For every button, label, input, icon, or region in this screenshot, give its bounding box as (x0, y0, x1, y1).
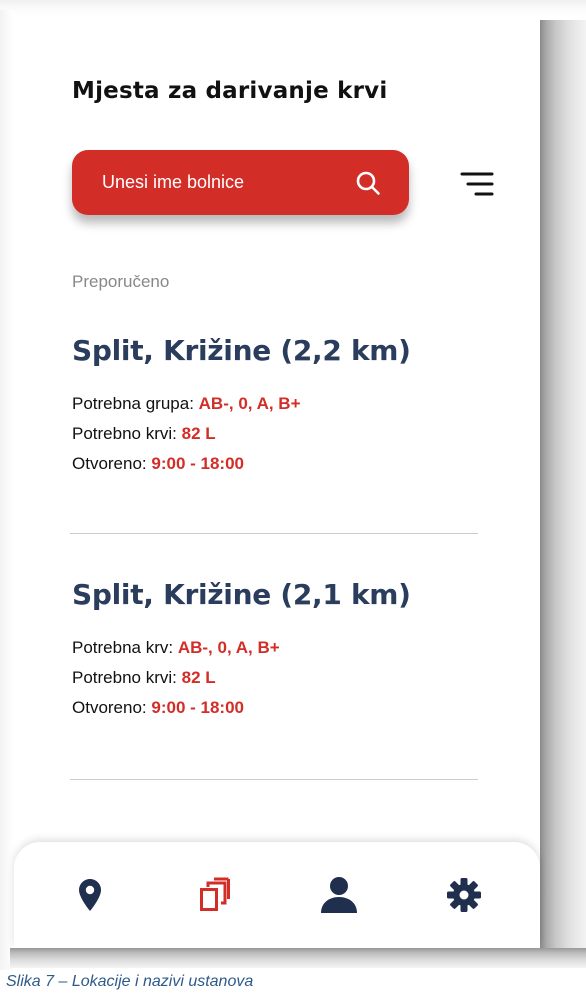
shadow-right (540, 20, 586, 965)
phone-screen: Mjesta za darivanje krvi Preporučeno Spl… (14, 16, 540, 948)
divider (70, 779, 478, 780)
opening-hours-row: Otvoreno: 9:00 - 18:00 (72, 693, 478, 723)
nav-item-profile[interactable] (309, 865, 369, 925)
location-card[interactable]: Split, Križine (2,1 km) Potrebna krv: AB… (72, 578, 478, 723)
filter-icon[interactable] (458, 170, 498, 198)
divider (70, 533, 478, 534)
bottom-navigation (14, 842, 540, 948)
blood-group-row: Potrebna krv: AB-, 0, A, B+ (72, 633, 478, 663)
blood-amount-value: 82 L (181, 668, 216, 687)
shadow-top (0, 0, 586, 16)
nav-item-settings[interactable] (434, 865, 494, 925)
blood-amount-row: Potrebno krvi: 82 L (72, 419, 478, 449)
location-card[interactable]: Split, Križine (2,2 km) Potrebna grupa: … (72, 334, 478, 479)
search-bar[interactable] (72, 150, 409, 215)
search-icon[interactable] (355, 170, 381, 196)
page-title: Mjesta za darivanje krvi (72, 78, 388, 104)
blood-group-value: AB-, 0, A, B+ (177, 638, 280, 657)
shadow-bottom (10, 948, 586, 968)
nav-item-locations[interactable] (185, 865, 245, 925)
figure-caption: Slika 7 – Lokacije i nazivi ustanova (6, 973, 254, 990)
map-pin-icon[interactable] (79, 879, 102, 911)
opening-hours-label: Otvoreno: (72, 698, 147, 717)
gear-icon[interactable] (446, 877, 482, 913)
blood-amount-label: Potrebno krvi: (72, 668, 177, 687)
location-name[interactable]: Split, Križine (2,1 km) (72, 578, 478, 611)
blood-amount-label: Potrebno krvi: (72, 424, 177, 443)
opening-hours-label: Otvoreno: (72, 454, 147, 473)
location-name[interactable]: Split, Križine (2,2 km) (72, 334, 478, 367)
blood-group-value: AB-, 0, A, B+ (198, 394, 301, 413)
opening-hours-value: 9:00 - 18:00 (151, 454, 245, 473)
shadow-left (0, 10, 14, 960)
blood-group-row: Potrebna grupa: AB-, 0, A, B+ (72, 389, 478, 419)
section-label-recommended: Preporučeno (72, 272, 170, 291)
search-input[interactable] (102, 172, 355, 193)
user-icon[interactable] (319, 877, 359, 913)
opening-hours-row: Otvoreno: 9:00 - 18:00 (72, 449, 478, 479)
blood-group-label: Potrebna krv: (72, 638, 174, 657)
blood-group-label: Potrebna grupa: (72, 394, 194, 413)
copy-icon[interactable] (199, 877, 231, 913)
blood-amount-value: 82 L (181, 424, 216, 443)
nav-item-map[interactable] (60, 865, 120, 925)
opening-hours-value: 9:00 - 18:00 (151, 698, 245, 717)
blood-amount-row: Potrebno krvi: 82 L (72, 663, 478, 693)
